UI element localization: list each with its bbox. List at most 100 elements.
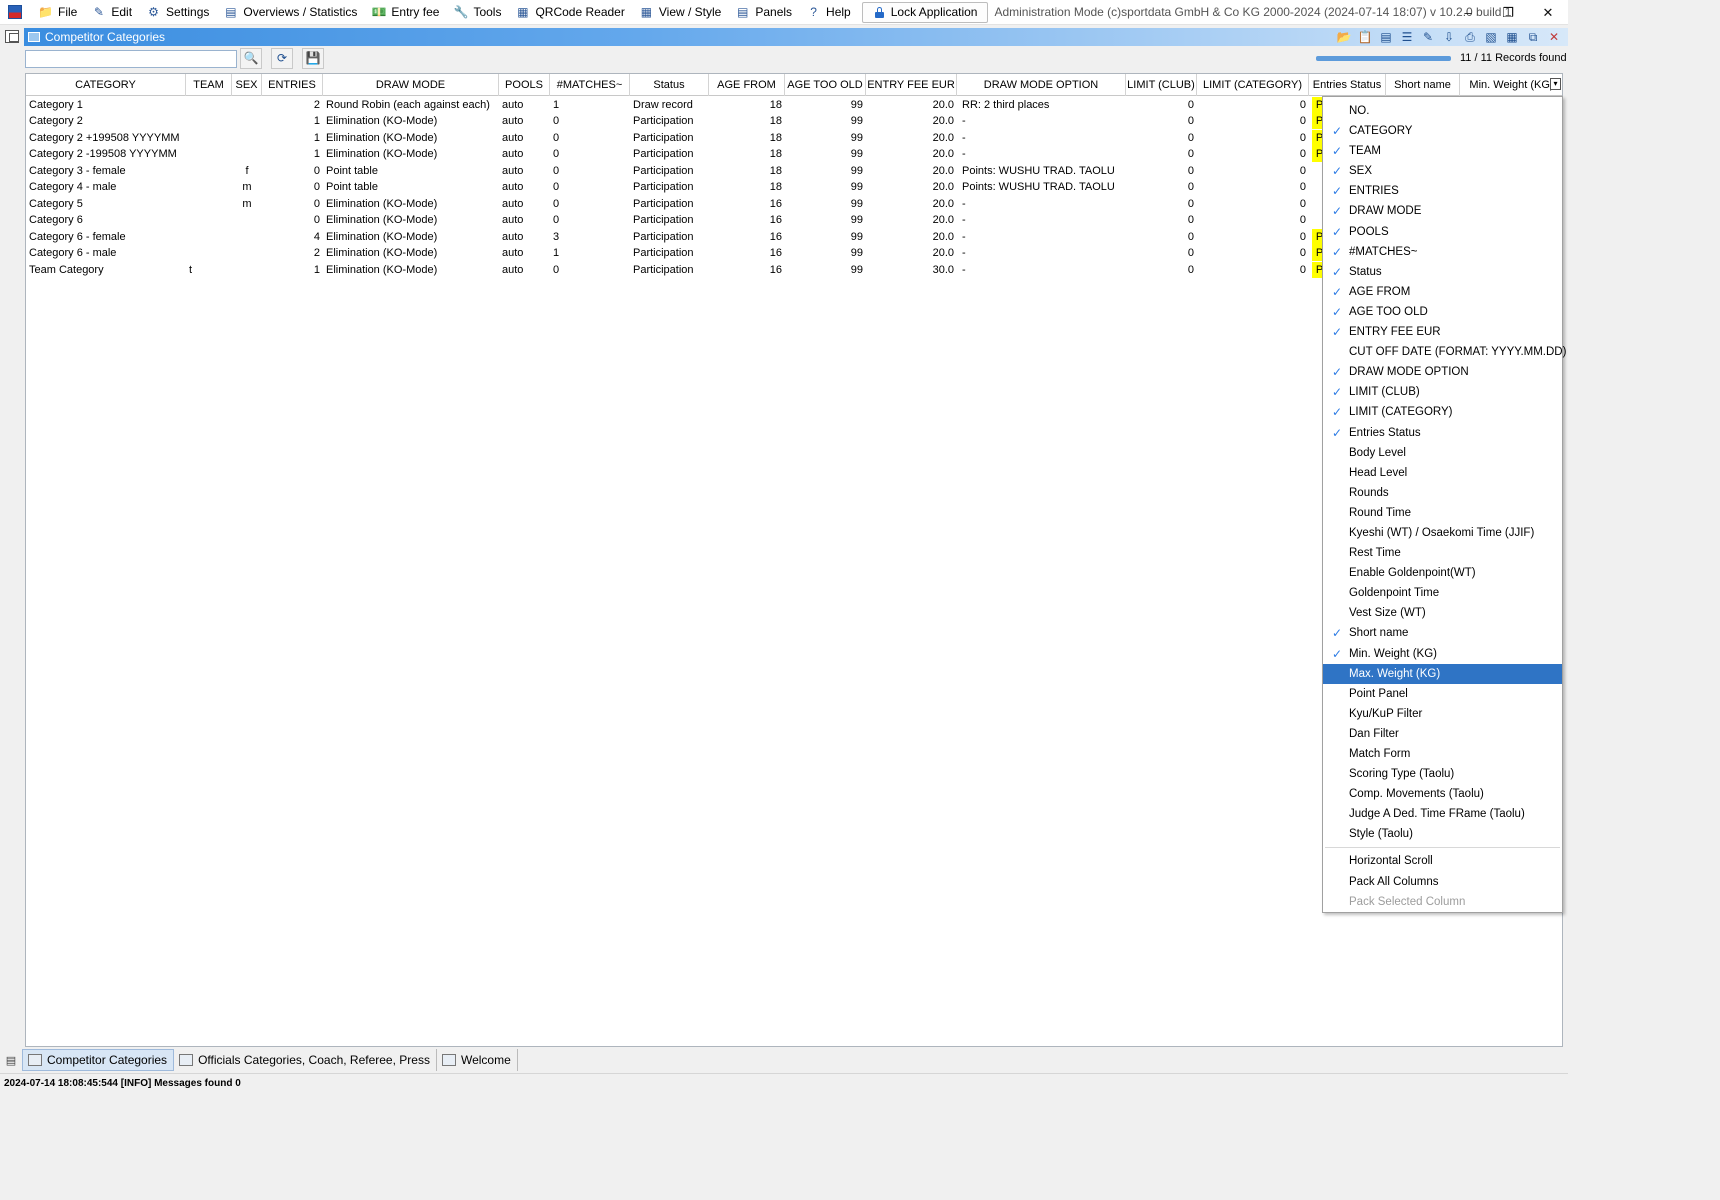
column-toggle-item[interactable]: Round Time (1323, 503, 1562, 523)
import-icon[interactable]: ⇩ (1441, 29, 1457, 45)
column-header[interactable]: DRAW MODE (323, 74, 499, 96)
column-toggle-item[interactable]: ✓ SEX (1323, 161, 1562, 181)
column-header[interactable]: CATEGORY (26, 74, 186, 96)
print-icon[interactable]: ⎙ (1462, 29, 1478, 45)
menu-settings[interactable]: ⚙ Settings (139, 0, 216, 25)
cell-pools: auto (502, 181, 524, 194)
column-header[interactable]: LIMIT (CLUB) (1126, 74, 1197, 96)
menu-action-pack-all-columns[interactable]: Pack All Columns (1323, 872, 1562, 892)
column-toggle-item[interactable]: NO. (1323, 101, 1562, 121)
restore-icon[interactable]: ❐ (1488, 0, 1528, 25)
column-toggle-item[interactable]: Vest Size (WT) (1323, 603, 1562, 623)
column-header[interactable]: DRAW MODE OPTION (957, 74, 1126, 96)
frame-toolbar-icons: 📂 📋 ▤ ☰ ✎ ⇩ ⎙ ▧ ▦ ⧉ ✕ (1336, 29, 1562, 45)
paste-icon[interactable]: 📋 (1357, 29, 1373, 45)
tab-icon (179, 1054, 194, 1066)
frame-restore-icon[interactable] (5, 30, 19, 43)
column-menu-button[interactable]: ▾ (1550, 78, 1561, 90)
lock-application-button[interactable]: Lock Application (861, 1, 989, 23)
column-header[interactable]: Min. Weight (KG) (1460, 74, 1562, 96)
menu-entry-fee[interactable]: 💵 Entry fee (364, 0, 446, 25)
column-toggle-item[interactable]: ✓ CATEGORY (1323, 121, 1562, 141)
column-header[interactable]: Status (630, 74, 709, 96)
menu-action-horizontal-scroll[interactable]: Horizontal Scroll (1323, 851, 1562, 871)
minimize-icon[interactable]: – (1448, 0, 1488, 25)
column-toggle-item[interactable]: ✓ DRAW MODE OPTION (1323, 362, 1562, 382)
column-header[interactable]: SEX (232, 74, 262, 96)
tab-competitor-categories[interactable]: Competitor Categories (22, 1049, 175, 1071)
edit-form-icon[interactable]: ✎ (1420, 29, 1436, 45)
column-header[interactable]: #MATCHES~ (550, 74, 630, 96)
column-toggle-item[interactable]: ✓ Status (1323, 262, 1562, 282)
column-toggle-label: DRAW MODE (1349, 205, 1422, 218)
column-toggle-item[interactable]: ✓ Min. Weight (KG) (1323, 644, 1562, 664)
column-toggle-item[interactable]: Scoring Type (Taolu) (1323, 764, 1562, 784)
column-toggle-item[interactable]: ✓ LIMIT (CLUB) (1323, 382, 1562, 402)
search-button[interactable]: 🔍 (240, 48, 262, 69)
column-toggle-item[interactable]: ✓ AGE FROM (1323, 282, 1562, 302)
tab-welcome[interactable]: Welcome (437, 1049, 518, 1071)
column-header[interactable]: AGE FROM (709, 74, 785, 96)
menu-qrcode-reader[interactable]: ▦ QRCode Reader (508, 0, 631, 25)
column-toggle-item[interactable]: ✓ POOLS (1323, 222, 1562, 242)
column-toggle-item[interactable]: Enable Goldenpoint(WT) (1323, 563, 1562, 583)
column-header[interactable]: POOLS (499, 74, 550, 96)
checkmark-icon: ✓ (1332, 124, 1343, 139)
column-toggle-item[interactable]: Rounds (1323, 483, 1562, 503)
windows-list-icon[interactable]: ▤ (0, 1049, 22, 1071)
cell-entry-fee: 20.0 (932, 115, 954, 128)
menu-edit[interactable]: ✎ Edit (84, 0, 139, 25)
list-icon[interactable]: ☰ (1399, 29, 1415, 45)
column-toggle-item[interactable]: ✓ LIMIT (CATEGORY) (1323, 402, 1562, 422)
column-toggle-item[interactable]: ✓ Entries Status (1323, 423, 1562, 443)
search-input[interactable] (25, 50, 237, 68)
column-header[interactable]: ENTRY FEE EUR (866, 74, 957, 96)
menu-tools[interactable]: 🔧 Tools (446, 0, 508, 25)
column-toggle-item[interactable]: Point Panel (1323, 684, 1562, 704)
column-toggle-item[interactable]: Head Level (1323, 463, 1562, 483)
open-icon[interactable]: 📂 (1336, 29, 1352, 45)
save-button[interactable]: 💾 (302, 48, 324, 69)
cell-team: t (189, 263, 193, 276)
column-toggle-item[interactable]: Style (Taolu) (1323, 824, 1562, 844)
detach-icon[interactable]: ⧉ (1525, 29, 1541, 45)
menu-panels[interactable]: ▤ Panels (728, 0, 799, 25)
column-toggle-item[interactable]: Kyeshi (WT) / Osaekomi Time (JJIF) (1323, 523, 1562, 543)
menubar: 📁 File ✎ Edit ⚙ Settings ▤ Overviews / Statisti… (0, 0, 1568, 25)
column-toggle-item[interactable]: CUT OFF DATE (FORMAT: YYYY.MM.DD) (1323, 342, 1566, 362)
column-toggle-item[interactable]: Comp. Movements (Taolu) (1323, 784, 1562, 804)
column-header[interactable]: AGE TOO OLD (785, 74, 866, 96)
menu-overviews-statistics[interactable]: ▤ Overviews / Statistics (216, 0, 364, 25)
menu-file[interactable]: 📁 File (31, 0, 84, 25)
column-toggle-item[interactable]: ✓ Short name (1323, 623, 1562, 643)
frame-close-icon[interactable]: ✕ (1546, 29, 1562, 45)
column-toggle-item[interactable]: Judge A Ded. Time FRame (Taolu) (1323, 804, 1562, 824)
cell-limit-club: 0 (1187, 247, 1194, 260)
column-toggle-item[interactable]: ✓ ENTRY FEE EUR (1323, 322, 1562, 342)
column-toggle-item[interactable]: Body Level (1323, 443, 1562, 463)
column-header[interactable]: TEAM (186, 74, 232, 96)
column-header[interactable]: LIMIT (CATEGORY) (1197, 74, 1309, 96)
column-toggle-item[interactable]: ✓ AGE TOO OLD (1323, 302, 1562, 322)
column-toggle-item[interactable]: ✓ ENTRIES (1323, 181, 1562, 201)
note-icon[interactable]: ▧ (1483, 29, 1499, 45)
menu-help[interactable]: ? Help (799, 0, 858, 25)
column-toggle-item[interactable]: Max. Weight (KG) (1323, 663, 1562, 684)
window-icon[interactable]: ▦ (1504, 29, 1520, 45)
column-toggle-item[interactable]: Rest Time (1323, 543, 1562, 563)
column-header[interactable]: Short name (1386, 74, 1460, 96)
column-header[interactable]: ENTRIES (262, 74, 323, 96)
column-toggle-item[interactable]: Kyu/KuP Filter (1323, 704, 1562, 724)
tab-officials-categories-coach-referee-press[interactable]: Officials Categories, Coach, Referee, Pr… (174, 1049, 437, 1071)
close-icon[interactable]: ✕ (1528, 0, 1568, 25)
column-toggle-item[interactable]: Match Form (1323, 744, 1562, 764)
column-toggle-item[interactable]: ✓ #MATCHES~ (1323, 242, 1562, 262)
column-toggle-item[interactable]: ✓ DRAW MODE (1323, 201, 1562, 221)
column-header[interactable]: Entries Status (1309, 74, 1386, 96)
menu-view-style[interactable]: ▦ View / Style (632, 0, 728, 25)
refresh-button[interactable]: ⟳ (271, 48, 293, 69)
column-toggle-item[interactable]: ✓ TEAM (1323, 141, 1562, 161)
column-toggle-item[interactable]: Goldenpoint Time (1323, 583, 1562, 603)
form-icon[interactable]: ▤ (1378, 29, 1394, 45)
column-toggle-item[interactable]: Dan Filter (1323, 724, 1562, 744)
